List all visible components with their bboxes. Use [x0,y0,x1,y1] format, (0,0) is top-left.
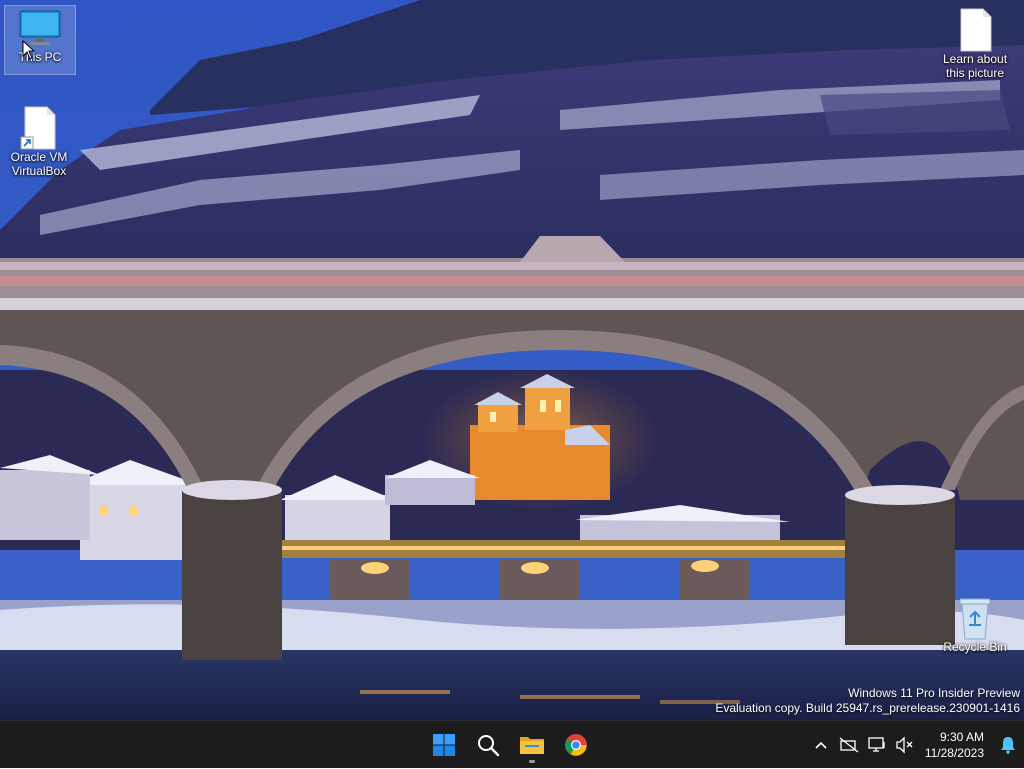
build-watermark: Windows 11 Pro Insider Preview Evaluatio… [715,686,1020,716]
volume-muted-icon [896,736,913,754]
display-button[interactable] [863,725,891,765]
desktop-icon-label: Learn about this picture [942,52,1008,80]
taskbar: 9:30 AM 11/28/2023 [0,720,1024,768]
recycle-bin-icon [953,596,997,640]
desktop-icon-learn-about-picture[interactable]: Learn about this picture [940,8,1010,80]
folder-icon [520,737,544,754]
chrome-button[interactable] [556,725,596,765]
mouse-cursor-icon [22,40,36,60]
wallpaper [0,0,1024,720]
start-button[interactable] [424,725,464,765]
desktop-icon-label: Oracle VM VirtualBox [10,150,68,178]
chrome-icon [565,734,587,756]
search-button[interactable] [468,725,508,765]
clock-button[interactable]: 9:30 AM 11/28/2023 [919,729,992,761]
search-icon [478,735,500,757]
clock-time: 9:30 AM [939,730,984,744]
taskbar-pinned-apps [424,721,596,769]
desktop-icon-recycle-bin[interactable]: Recycle Bin [940,596,1010,654]
notifications-button[interactable] [992,725,1024,765]
windows-logo-icon [433,734,455,756]
file-explorer-button[interactable] [512,725,552,765]
desktop-icon-this-pc[interactable]: This PC [4,5,76,75]
clock-date: 11/28/2023 [924,746,984,760]
network-button[interactable] [835,725,863,765]
watermark-build: Evaluation copy. Build 25947.rs_prerelea… [715,701,1020,715]
display-icon [868,737,885,752]
network-disconnected-icon [839,737,859,753]
file-icon [953,8,997,52]
watermark-edition: Windows 11 Pro Insider Preview [848,686,1020,700]
desktop-icon-label: Recycle Bin [943,640,1007,654]
desktop[interactable]: This PC Oracle VM VirtualBox Learn about… [0,0,1024,720]
shortcut-file-icon [17,106,61,150]
running-indicator [529,760,535,763]
bell-icon [1001,737,1015,754]
desktop-icon-virtualbox[interactable]: Oracle VM VirtualBox [4,106,74,178]
chevron-up-icon [815,741,827,749]
show-hidden-icons-button[interactable] [807,725,835,765]
volume-button[interactable] [891,725,919,765]
system-tray: 9:30 AM 11/28/2023 [807,721,1024,769]
